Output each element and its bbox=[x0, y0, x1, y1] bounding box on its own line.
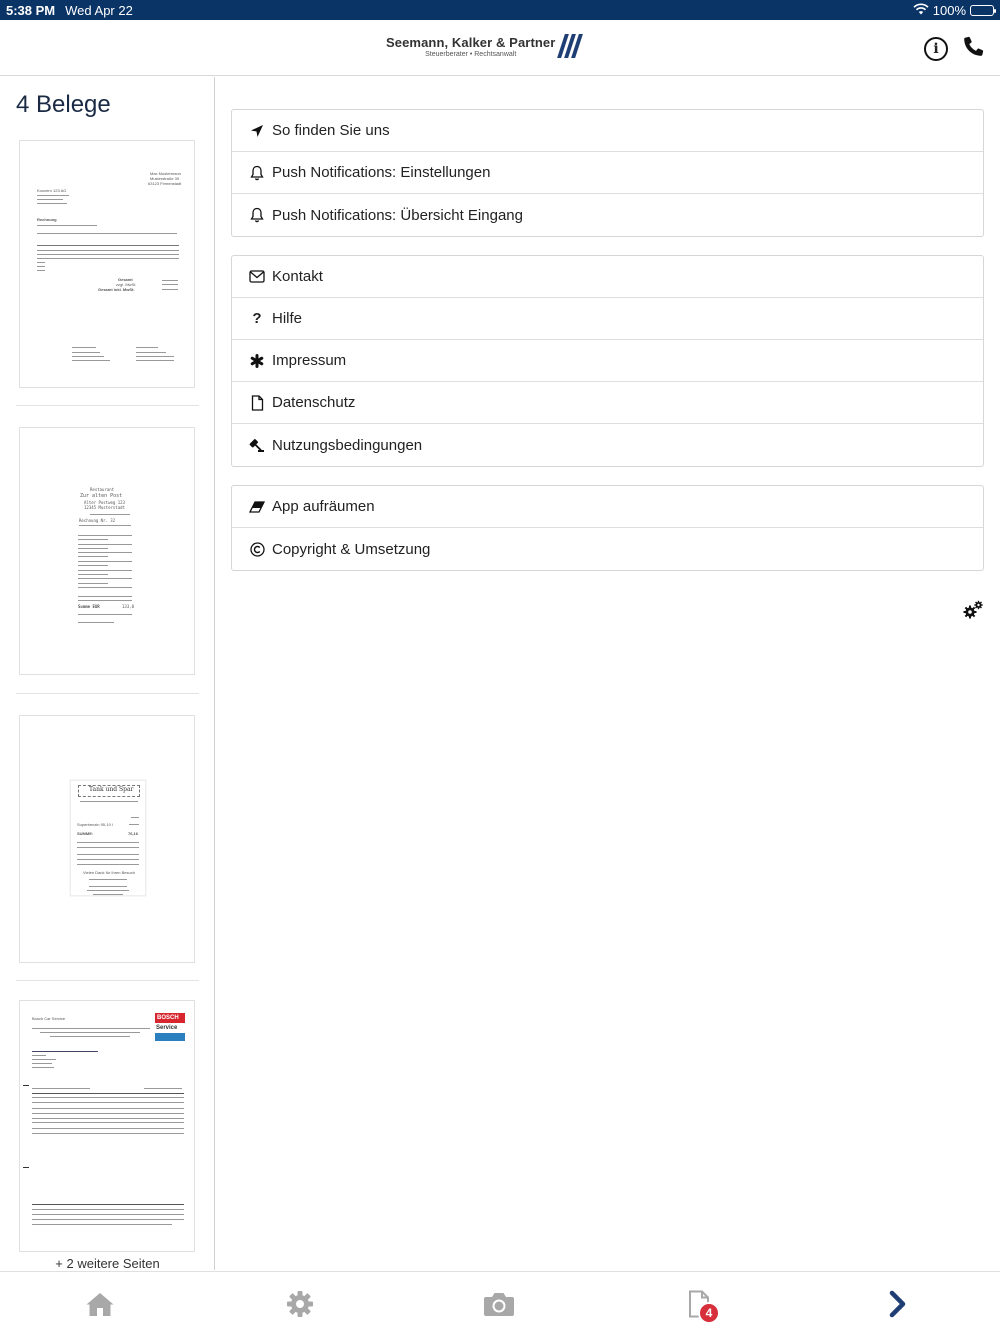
menu-group-info: Kontakt ? Hilfe Impressum Datenschutz Nu… bbox=[231, 255, 984, 467]
bell-icon bbox=[248, 206, 266, 224]
thumb-text: Bosch Car Service bbox=[32, 1016, 66, 1021]
menu-item-label: App aufräumen bbox=[272, 498, 375, 515]
thumb-text: Summe EUR bbox=[78, 604, 100, 609]
gavel-icon bbox=[248, 436, 266, 454]
thumb-text: BOSCH bbox=[157, 1015, 179, 1021]
more-pages-label: + 2 weitere Seiten bbox=[55, 1256, 160, 1270]
thumb-text: Gesamt inkl. MwSt. bbox=[98, 287, 135, 292]
chevron-right-icon[interactable] bbox=[882, 1288, 914, 1320]
bell-icon bbox=[248, 164, 266, 182]
company-logo: Seemann, Kalker & Partner Steuerberater … bbox=[386, 34, 584, 58]
menu-item-push-inbox[interactable]: Push Notifications: Übersicht Eingang bbox=[232, 194, 983, 236]
thumb-text: 76,16 bbox=[128, 831, 139, 836]
wifi-icon bbox=[913, 3, 929, 18]
menu-item-contact[interactable]: Kontakt bbox=[232, 256, 983, 298]
logo-subtitle: Steuerberater • Rechtsanwalt bbox=[425, 50, 517, 58]
menu-item-imprint[interactable]: Impressum bbox=[232, 340, 983, 382]
receipts-count-title: 4 Belege bbox=[16, 91, 111, 118]
menu-group-app: App aufräumen Copyright & Umsetzung bbox=[231, 485, 984, 571]
menu-item-help[interactable]: ? Hilfe bbox=[232, 298, 983, 340]
menu-item-label: Copyright & Umsetzung bbox=[272, 540, 431, 558]
home-icon[interactable] bbox=[84, 1288, 116, 1320]
thumb-text: Vielen Dank für Ihren Besuch bbox=[83, 870, 135, 875]
location-arrow-icon bbox=[248, 122, 266, 140]
envelope-icon bbox=[248, 268, 266, 286]
battery-percent: 100% bbox=[932, 2, 966, 18]
thumb-text: Rechnung Nr. 32 bbox=[79, 518, 116, 523]
menu-item-copyright[interactable]: Copyright & Umsetzung bbox=[232, 528, 983, 570]
copyright-icon bbox=[248, 540, 266, 558]
phone-icon[interactable] bbox=[962, 34, 986, 63]
receipt-thumbnail-3[interactable]: Tank und Spar Superbenzin 95-10 l SUMME:… bbox=[19, 715, 195, 963]
question-icon: ? bbox=[252, 310, 262, 327]
eraser-icon bbox=[248, 498, 266, 516]
documents-count-badge: 4 bbox=[698, 1302, 720, 1324]
status-time: 5:38 PM bbox=[6, 2, 56, 18]
logo-bars-icon bbox=[557, 34, 584, 58]
receipt-thumbnail-1[interactable]: Max Mustermann Musterstraße 39 63123 Fir… bbox=[19, 140, 195, 388]
receipt-thumbnail-4[interactable]: Bosch Car Service BOSCH Service bbox=[19, 1000, 195, 1252]
menu-item-label: Hilfe bbox=[272, 310, 303, 327]
status-bar: 5:38 PM Wed Apr 22 100% bbox=[0, 0, 1000, 20]
receipts-sidebar: 4 Belege Max Mustermann Musterstraße 39 … bbox=[0, 77, 215, 1270]
menu-item-push-settings[interactable]: Push Notifications: Einstellungen bbox=[232, 152, 983, 194]
info-icon[interactable]: i bbox=[924, 36, 948, 61]
camera-icon[interactable] bbox=[483, 1288, 515, 1320]
gear-icon[interactable] bbox=[284, 1288, 316, 1320]
battery-icon bbox=[970, 4, 996, 16]
menu-item-label: Datenschutz bbox=[272, 394, 356, 411]
menu-item-cleanup[interactable]: App aufräumen bbox=[232, 486, 983, 528]
menu-item-label: Kontakt bbox=[272, 268, 323, 285]
menu-item-label: Nutzungsbedingungen bbox=[272, 436, 423, 454]
gears-icon[interactable] bbox=[962, 600, 984, 625]
status-date: Wed Apr 22 bbox=[65, 2, 133, 18]
thumb-text: Tank und Spar bbox=[89, 786, 134, 793]
menu-item-privacy[interactable]: Datenschutz bbox=[232, 382, 983, 424]
receipt-thumbnail-2[interactable]: Restaurant Zur alten Post Alter Postweg … bbox=[19, 427, 195, 675]
menu-item-label: Push Notifications: Übersicht Eingang bbox=[272, 206, 523, 224]
file-icon bbox=[248, 394, 266, 412]
menu-item-label: Push Notifications: Einstellungen bbox=[272, 164, 491, 181]
thumb-text: 133,0 bbox=[122, 604, 135, 609]
logo-name: Seemann, Kalker & Partner bbox=[386, 34, 556, 50]
menu-item-find-us[interactable]: So finden Sie uns bbox=[232, 110, 983, 152]
thumb-text: Service bbox=[156, 1025, 178, 1031]
menu-item-label: Impressum bbox=[272, 352, 347, 369]
app-header: Seemann, Kalker & Partner Steuerberater … bbox=[0, 20, 1000, 76]
thumb-text: SUMME: bbox=[77, 831, 94, 836]
thumb-text: 63123 Firmenstadt bbox=[148, 181, 182, 186]
thumb-text: 12345 Musterstadt bbox=[84, 505, 125, 510]
bosch-logo: BOSCH Service bbox=[155, 1013, 185, 1041]
thumb-text: Konzern 123 AG bbox=[37, 188, 67, 193]
bottom-tab-bar: 4 bbox=[0, 1271, 1000, 1334]
menu-item-terms[interactable]: Nutzungsbedingungen bbox=[232, 424, 983, 466]
thumb-text: Restaurant bbox=[90, 487, 115, 492]
thumb-text: Superbenzin 95-10 l bbox=[77, 822, 113, 827]
asterisk-icon bbox=[248, 352, 266, 370]
menu-item-label: So finden Sie uns bbox=[272, 122, 390, 139]
thumb-text: Zur alten Post bbox=[80, 493, 123, 499]
menu-group-location-notifications: So finden Sie uns Push Notifications: Ei… bbox=[231, 109, 984, 237]
thumb-text: Rechnung bbox=[37, 217, 57, 222]
status-right: 100% bbox=[913, 2, 996, 18]
